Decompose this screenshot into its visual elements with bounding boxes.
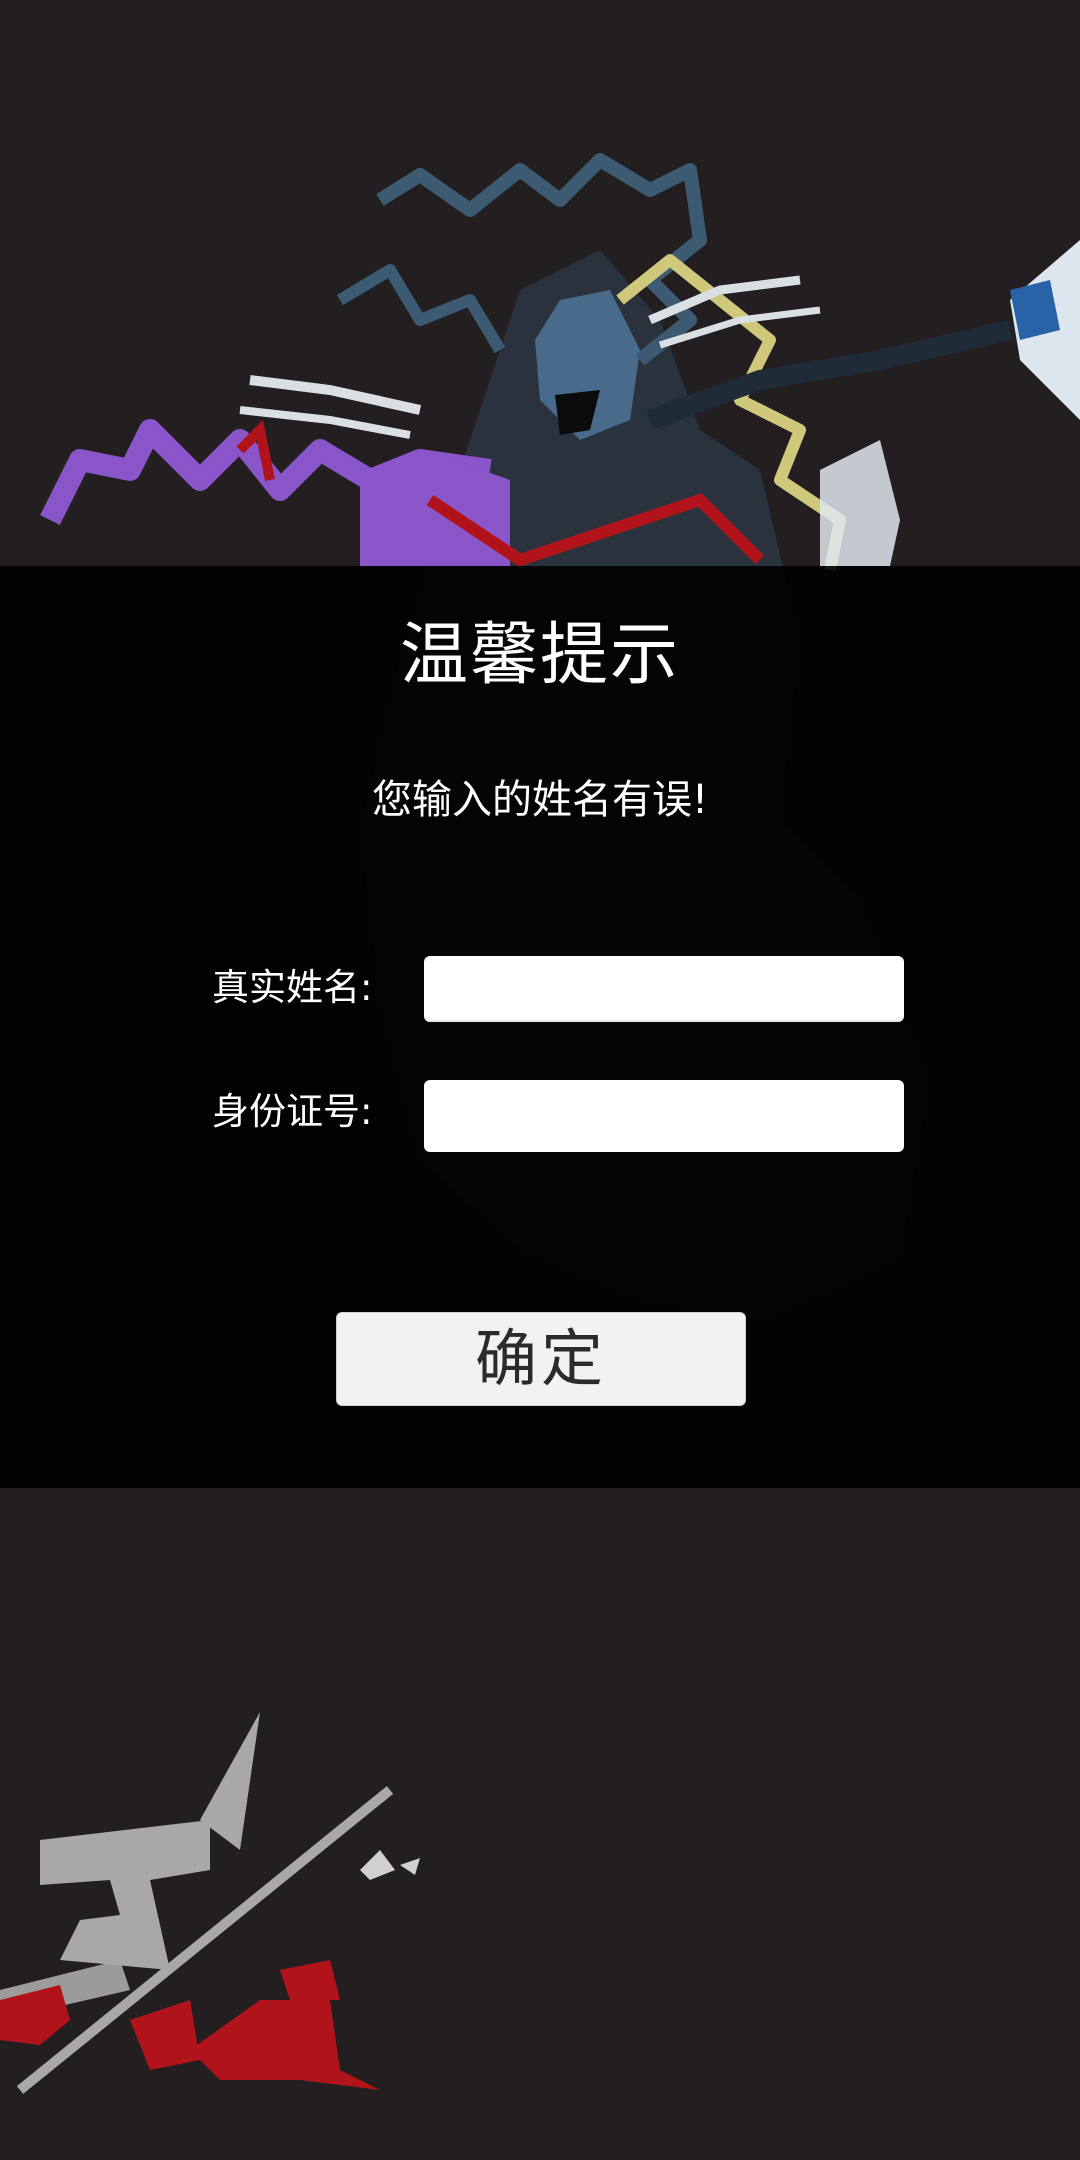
real-name-label: 真实姓名: — [212, 966, 373, 1009]
real-name-verification-dialog: 温馨提示 您输入的姓名有误! 真实姓名: 身份证号: 确定 — [0, 566, 1080, 1488]
game-screen: 温馨提示 您输入的姓名有误! 真实姓名: 身份证号: 确定 — [0, 0, 1080, 2160]
id-number-input[interactable] — [424, 1080, 904, 1152]
dialog-title: 温馨提示 — [399, 616, 680, 695]
confirm-button[interactable]: 确定 — [336, 1312, 746, 1406]
id-number-label: 身份证号: — [212, 1090, 373, 1133]
real-name-input[interactable] — [424, 956, 904, 1022]
error-message: 您输入的姓名有误! — [371, 777, 709, 823]
game-logo — [0, 1712, 420, 2094]
